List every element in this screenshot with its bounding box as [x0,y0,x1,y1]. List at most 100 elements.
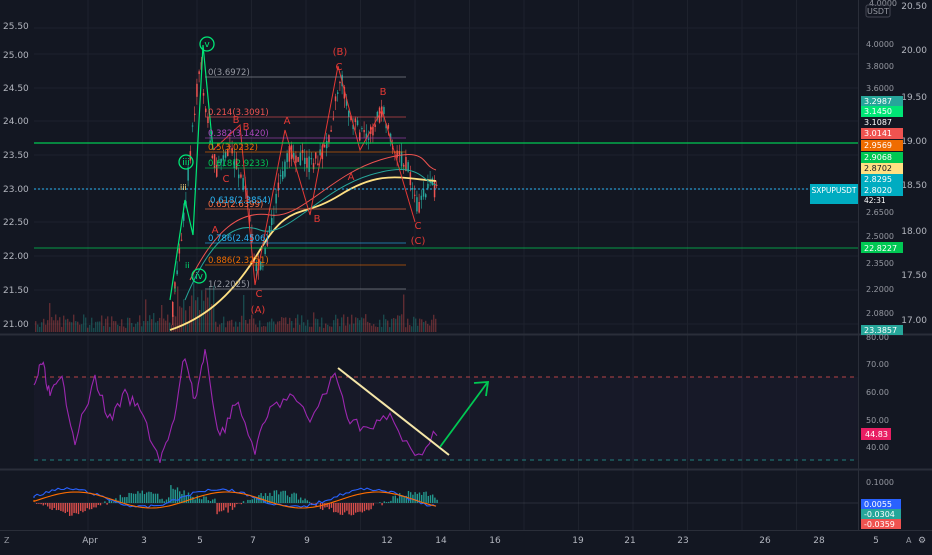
macd-histogram-bar [192,497,193,503]
volume-bar [115,321,116,332]
macd-histogram-bar [137,491,138,503]
volume-bar [59,317,60,332]
candle-body [280,175,282,176]
candle-body [196,84,198,97]
macd-histogram-bar [410,492,411,503]
volume-bar [333,320,334,332]
macd-histogram-bar [80,503,81,511]
macd-histogram-bar [322,503,323,510]
price-tag-text: 2.9068 [864,153,892,162]
wave-label-red: (B) [333,47,348,58]
macd-histogram-bar [47,503,48,506]
volume-bar [83,314,84,332]
volume-bar [251,315,252,332]
volume-bar [265,326,266,332]
macd-histogram-bar [49,503,50,509]
volume-bar [159,318,160,332]
volume-bar [411,326,412,332]
fib-level-label: 0.5(3.0232) [208,143,258,153]
macd-histogram-bar [153,494,154,503]
candle-body [264,248,266,254]
macd-histogram-bar [247,500,248,503]
candle-body [315,153,317,159]
left-axis-tick: 24.50 [3,84,29,94]
trading-chart[interactable]: 0(3.6972)0.214(3.3091)0.382(3.1420)0.5(3… [0,0,932,550]
date-axis-tick: 9 [304,536,310,546]
volume-bar [121,319,122,332]
volume-bar [125,328,126,332]
macd-histogram-bar [212,499,213,503]
macd-histogram-bar [348,503,349,514]
left-axis-tick: 23.50 [3,151,29,161]
macd-histogram-bar [430,495,431,503]
date-axis-tick: 5 [197,536,203,546]
volume-bar [387,321,388,332]
volume-bar [69,322,70,332]
price-tag-text: 3.2987 [864,97,892,106]
macd-histogram-bar [337,503,338,513]
left-axis-tick: 21.50 [3,286,29,296]
macd-histogram-bar [373,503,374,506]
volume-bar [303,322,304,332]
candle-body [286,153,288,162]
volume-bar [257,327,258,332]
wave-label-red: A [284,116,291,127]
macd-histogram-bar [236,503,237,504]
macd-histogram-bar [232,503,233,510]
macd-histogram-bar [243,501,244,503]
volume-bar [231,320,232,332]
volume-bar [127,318,128,332]
macd-histogram-bar [395,496,396,503]
macd-histogram-bar [144,494,145,503]
price-tag-text: 3.1450 [864,107,892,116]
volume-bar [185,310,186,332]
rsi-axis-tick: 60.00 [866,388,889,397]
volume-bar [35,321,36,332]
macd-histogram-bar [388,502,389,503]
macd-histogram-bar [414,492,415,503]
rsi-axis-tick: 50.00 [866,416,889,425]
right-axis-tick: 17.50 [901,271,927,281]
candle-body [412,188,414,190]
candle-body [306,158,308,168]
macd-histogram-bar [307,500,308,503]
volume-bar [39,327,40,332]
volume-bar [239,322,240,332]
chart-corner-right: A [906,536,912,545]
macd-histogram-bar [106,503,107,505]
volume-bar [87,328,88,332]
wave-label-red: A [212,225,219,236]
volume-bar [423,322,424,332]
macd-histogram-bar [386,502,387,503]
volume-bar [79,325,80,332]
volume-bar [131,323,132,332]
fib-extra-label: 0.618(2.3854) [210,196,271,206]
chart-svg[interactable]: 0(3.6972)0.214(3.3091)0.382(3.1420)0.5(3… [0,0,932,550]
volume-bar [357,318,358,332]
volume-bar [133,327,134,332]
volume-bar [77,322,78,332]
right-axis-tick: 19.00 [901,137,927,147]
volume-bar [359,320,360,332]
candle-body [179,248,181,254]
volume-bar [55,314,56,332]
volume-bar [61,327,62,332]
volume-bar [397,315,398,332]
symbol-badge-text: SXPUPUSDT [811,186,856,195]
right-axis-tick: 20.50 [901,2,927,12]
mid-axis-tick: 2.6500 [866,208,894,217]
macd-histogram-bar [65,503,66,513]
macd-histogram-bar [225,503,226,507]
macd-histogram-bar [384,501,385,503]
volume-bar [319,327,320,332]
volume-bar [53,320,54,332]
volume-bar [371,326,372,332]
date-axis-tick: 5 [873,536,879,546]
wave-label-green: iii [180,183,187,192]
volume-bar [143,321,144,332]
volume-bar [435,319,436,332]
mid-axis-tick: 4.0000 [866,40,894,49]
macd-histogram-bar [368,503,369,510]
macd-histogram-bar [214,499,215,503]
candle-body [330,130,332,132]
